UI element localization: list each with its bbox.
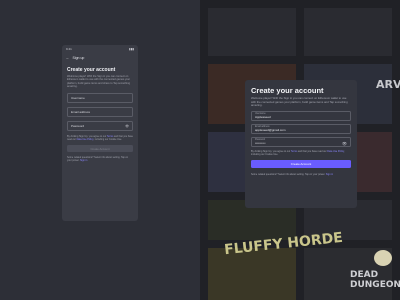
modal-footer: Some related questions? Select info abou… [251,173,351,176]
footer-text: Some related questions? Select info abou… [67,156,133,162]
signal-icon: ▮▮▮ [129,47,134,51]
status-bar: 9:41 ▮▮▮ [62,45,138,53]
game-tile [208,8,296,56]
email-field[interactable]: Email address [67,106,133,117]
mobile-header: ← Sign up [62,53,138,63]
data-policy-link[interactable]: Data Use Policy [327,150,344,153]
username-input[interactable]: Username Applesseed [251,110,351,121]
signup-modal: Create your account Welcome player! With… [245,80,357,208]
data-policy-link[interactable]: Data Use Policy [77,138,94,141]
sign-in-link[interactable]: Sign in [326,173,333,176]
intro-text: Welcome player! With the Sign in you can… [67,75,131,89]
terms-mid: and that you have read our [297,149,328,153]
game-title-arvo: ARVO [376,78,400,91]
eye-icon[interactable]: 👁 [342,141,347,146]
footer-prefix: Some related questions? Select info abou… [67,156,129,163]
email-input[interactable]: Email address appleseed@gmail.com [251,123,351,134]
password-field[interactable]: Password 👁 [67,120,133,131]
username-field[interactable]: Username [67,92,133,103]
create-account-button[interactable]: Create Account [251,159,351,168]
back-arrow-icon[interactable]: ← [66,56,70,60]
game-title-dead-dungeon: DEAD DUNGEON [350,270,400,290]
game-tile [208,248,296,300]
create-account-button[interactable]: Create Account [67,145,133,153]
mobile-screen: 9:41 ▮▮▮ ← Sign up Create your account W… [62,45,138,221]
terms-text: By clicking Sign Up, you agree to our Te… [67,135,133,141]
username-placeholder: Username [71,95,85,100]
game-tile [304,8,392,56]
footer-prefix: Some related questions? Select info abou… [251,172,326,176]
password-input[interactable]: Password •••••••••• 👁 [251,136,351,147]
modal-title: Create your account [251,86,324,95]
eye-icon[interactable]: 👁 [125,124,129,128]
page-title: Create your account [67,67,116,73]
owl-icon [374,250,392,266]
status-time: 9:41 [66,47,72,51]
email-value: appleseed@gmail.com [255,127,286,132]
sign-in-link[interactable]: Sign in [80,159,87,162]
password-placeholder: Password [71,123,85,128]
modal-terms: By clicking Sign Up, you agree to our Te… [251,150,351,156]
password-value: •••••••••• [255,140,266,145]
email-placeholder: Email address [71,109,91,114]
modal-intro: Welcome player! With the Sign in you can… [251,96,348,107]
header-title: Sign up [72,56,85,60]
terms-suffix: , including our Cookie Use. [93,137,122,141]
username-value: Applesseed [255,114,271,119]
